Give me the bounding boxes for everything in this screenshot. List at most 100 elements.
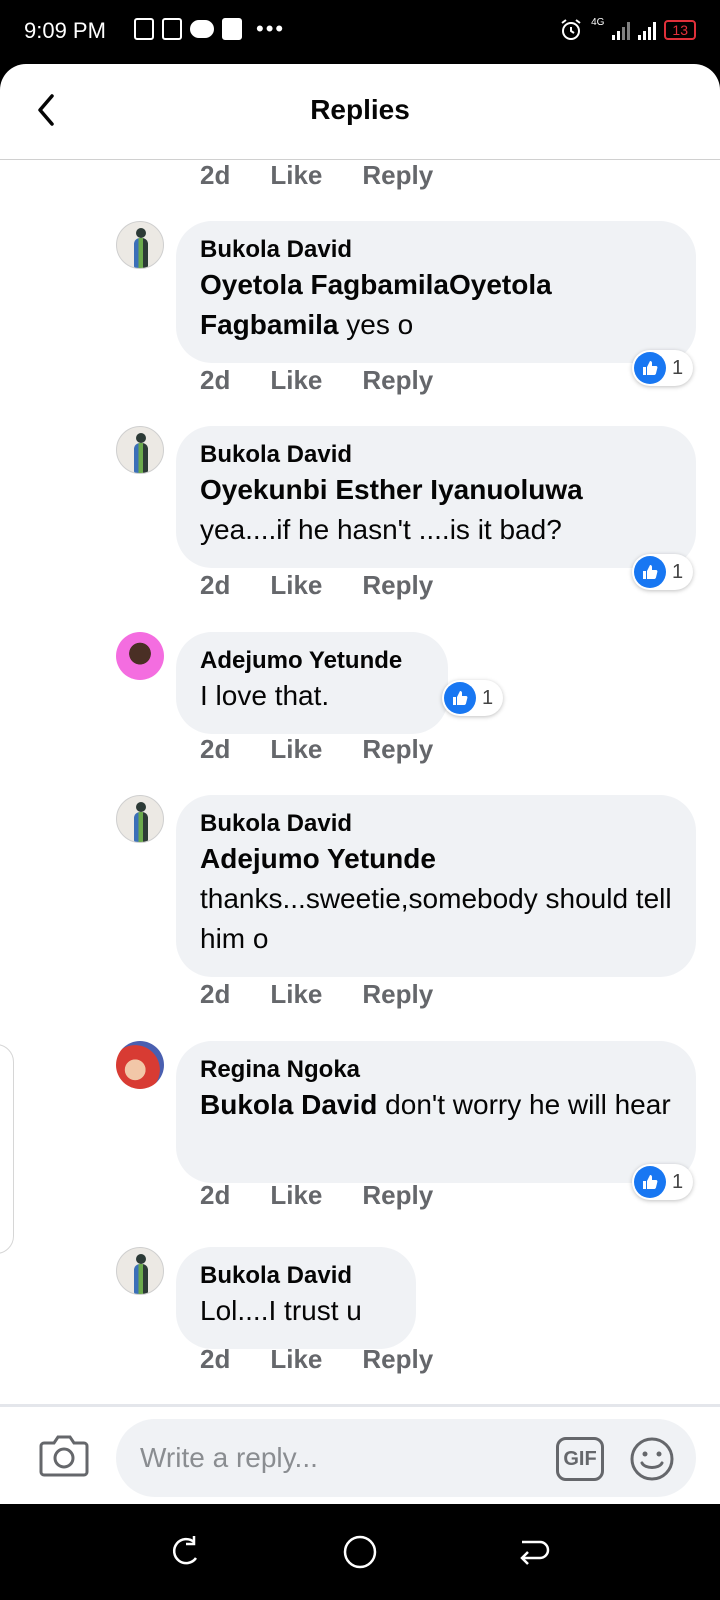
sim-alert-icon [134,18,154,40]
cloud-icon [190,20,214,38]
like-link[interactable]: Like [270,160,322,194]
side-panel-handle[interactable] [0,1044,14,1254]
comment-bubble[interactable]: Bukola David Lol....I trust u [176,1247,416,1349]
header: Replies [0,64,720,160]
reply-link[interactable]: Reply [362,570,433,604]
like-link[interactable]: Like [270,734,322,768]
comment-text: Oyetola FagbamilaOyetola Fagbamila yes o [200,265,672,345]
comment-author[interactable]: Bukola David [200,440,672,470]
comment-author[interactable]: Bukola David [200,809,672,839]
comment-time: 2d [200,1344,231,1374]
reply-link[interactable]: Reply [362,1180,433,1214]
comment-time: 2d [200,1180,231,1210]
comment-text: I love that. [200,676,424,716]
comment-bubble[interactable]: Bukola David Adejumo Yetunde thanks...swe… [176,795,696,977]
comment-time: 2d [200,979,231,1009]
thumbs-up-icon [634,1166,666,1198]
comment-body: Lol....I trust u [200,1295,362,1326]
replies-sheet: Replies 2d Like Reply Bukola David Oyeto… [0,64,720,1504]
comment-body: yes o [338,309,414,340]
comment-body: thanks...sweetie,somebody should tell hi… [200,883,672,954]
like-count: 1 [482,686,494,709]
comment-author[interactable]: Bukola David [200,235,672,265]
reply-link[interactable]: Reply [362,1344,433,1378]
comment-author[interactable]: Adejumo Yetunde [200,646,424,676]
home-icon[interactable] [340,1532,380,1572]
mention[interactable]: Adejumo Yetunde [200,843,436,874]
signal-1-icon [612,20,631,40]
mention[interactable]: Oyekunbi Esther Iyanuoluwa [200,474,583,505]
comment-author[interactable]: Bukola David [200,1261,392,1291]
avatar[interactable] [116,795,164,843]
thumbs-up-icon [634,352,666,384]
comment-bubble[interactable]: Regina Ngoka Bukola David don't worry he… [176,1041,696,1183]
comment-actions: 2d Like Reply [200,979,433,1013]
emoji-icon[interactable] [628,1435,676,1483]
comment-text: Bukola David don't worry he will hear [200,1085,672,1125]
like-link[interactable]: Like [270,979,322,1013]
comment-time: 2d [200,570,231,600]
like-count-badge[interactable]: 1 [632,350,694,386]
comment-bubble[interactable]: Bukola David Oyetola FagbamilaOyetola Fa… [176,221,696,363]
comment-text: Lol....I trust u [200,1291,392,1331]
avatar[interactable] [116,426,164,474]
thumbs-up-icon [444,682,476,714]
battery-level: 13 [664,20,696,40]
system-navbar [0,1504,720,1600]
mention[interactable]: Bukola David [200,1089,377,1120]
reply-input[interactable] [116,1419,696,1497]
avatar[interactable] [116,632,164,680]
status-bar: 9:09 PM ••• 4G 13 [0,0,720,64]
avatar[interactable] [116,1041,164,1089]
comment-text: Adejumo Yetunde thanks...sweetie,somebody… [200,839,672,959]
avatar[interactable] [116,1247,164,1295]
like-link[interactable]: Like [270,1344,322,1378]
comment-time: 2d [200,734,231,764]
like-count: 1 [672,560,684,583]
reply-link[interactable]: Reply [362,365,433,399]
comment-actions: 2d Like Reply [200,365,433,399]
avatar[interactable] [116,221,164,269]
comment-body: I love that. [200,680,330,711]
comment-text: Oyekunbi Esther Iyanuoluwa yea....if he h… [200,470,672,550]
alarm-icon [561,19,581,40]
page-title: Replies [310,94,410,125]
status-right: 4G 13 [559,16,696,42]
comment-actions: 2d Like Reply [200,570,433,604]
status-time: 9:09 PM [24,18,106,43]
notification-icons: ••• [134,18,285,40]
comment-actions: 2d Like Reply [200,160,433,194]
reply-link[interactable]: Reply [362,979,433,1013]
thumbs-up-icon [634,556,666,588]
like-count: 1 [672,1170,684,1193]
like-link[interactable]: Like [270,1180,322,1214]
like-count-badge[interactable]: 1 [632,554,694,590]
comment-body: yea....if he hasn't ....is it bad? [200,514,562,545]
reply-link[interactable]: Reply [362,160,433,194]
gif-button[interactable]: GIF [556,1437,604,1481]
comment-actions: 2d Like Reply [200,1344,433,1378]
like-count-badge[interactable]: 1 [442,680,504,716]
comment-bubble[interactable]: Bukola David Oyekunbi Esther Iyanuoluwa y… [176,426,696,568]
like-link[interactable]: Like [270,570,322,604]
comment-actions: 2d Like Reply [200,734,433,768]
comment-body: don't worry he will hear [377,1089,671,1120]
back-nav-icon[interactable] [514,1532,554,1572]
comment-time: 2d [200,160,231,190]
recent-apps-icon[interactable] [166,1532,206,1572]
gallery-icon [222,18,242,40]
comment-actions: 2d Like Reply [200,1180,433,1214]
comment-author[interactable]: Regina Ngoka [200,1055,672,1085]
comment-bubble[interactable]: Adejumo Yetunde I love that. [176,632,448,734]
like-count: 1 [672,356,684,379]
reply-link[interactable]: Reply [362,734,433,768]
network-type: 4G [591,16,605,28]
more-notifications-icon: ••• [256,16,286,41]
signal-2-icon [638,20,657,40]
reply-composer: GIF [0,1404,720,1504]
comment-time: 2d [200,365,231,395]
app-notification-icon [162,18,182,40]
like-count-badge[interactable]: 1 [632,1164,694,1200]
like-link[interactable]: Like [270,365,322,399]
camera-icon[interactable] [38,1431,90,1479]
